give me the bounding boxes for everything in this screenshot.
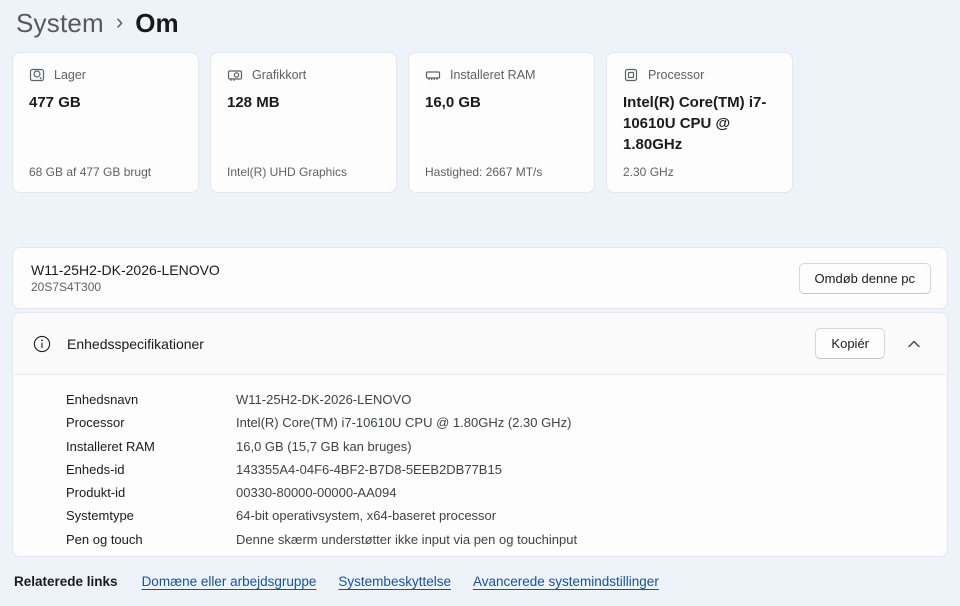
card-storage-label: Lager (54, 68, 86, 82)
spec-row-product-id: Produkt-id 00330-80000-00000-AA094 (66, 481, 931, 504)
storage-icon (29, 67, 45, 83)
spec-row-processor: Processor Intel(R) Core(TM) i7-10610U CP… (66, 411, 931, 434)
specifications-expander-header[interactable]: Enhedsspecifikationer Kopiér (13, 313, 947, 375)
specifications-table: Enhedsnavn W11-25H2-DK-2026-LENOVO Proce… (13, 375, 947, 557)
device-name-panel: W11-25H2-DK-2026-LENOVO 20S7S4T300 Omdøb… (12, 247, 948, 309)
chevron-up-icon (907, 339, 921, 349)
card-gpu: Grafikkort 128 MB Intel(R) UHD Graphics (210, 52, 397, 193)
card-ram-label: Installeret RAM (450, 68, 535, 82)
link-system-protection[interactable]: Systembeskyttelse (338, 574, 451, 589)
card-cpu-value: Intel(R) Core(TM) i7-10610U CPU @ 1.80GH… (623, 92, 776, 155)
card-cpu-header: Processor (623, 67, 776, 83)
spec-value: W11-25H2-DK-2026-LENOVO (236, 388, 411, 411)
spec-row-pen-touch: Pen og touch Denne skærm understøtter ik… (66, 528, 931, 551)
spec-row-device-id: Enheds-id 143355A4-04F6-4BF2-B7D8-5EEB2D… (66, 458, 931, 481)
device-model: 20S7S4T300 (31, 280, 220, 294)
spec-label: Enheds-id (66, 458, 236, 481)
rename-pc-button[interactable]: Omdøb denne pc (799, 263, 931, 294)
chevron-right-icon: › (116, 9, 123, 38)
card-cpu-footer: 2.30 GHz (623, 165, 776, 179)
spec-label: Installeret RAM (66, 435, 236, 458)
device-identity: W11-25H2-DK-2026-LENOVO 20S7S4T300 (31, 262, 220, 294)
spec-label: Systemtype (66, 504, 236, 527)
spec-value: 143355A4-04F6-4BF2-B7D8-5EEB2DB77B15 (236, 458, 502, 481)
breadcrumb: System › Om (0, 0, 960, 44)
card-gpu-label: Grafikkort (252, 68, 306, 82)
cpu-icon (623, 67, 639, 83)
card-ram-value: 16,0 GB (425, 92, 578, 113)
ram-icon (425, 67, 441, 83)
spec-label: Produkt-id (66, 481, 236, 504)
spec-value: 64-bit operativsystem, x64-baseret proce… (236, 504, 496, 527)
info-icon (33, 335, 51, 353)
related-links-row: Relaterede links Domæne eller arbejdsgru… (14, 574, 659, 589)
card-gpu-footer: Intel(R) UHD Graphics (227, 165, 380, 179)
gpu-icon (227, 67, 243, 83)
summary-cards: Lager 477 GB 68 GB af 477 GB brugt Grafi… (12, 52, 793, 193)
card-ram-header: Installeret RAM (425, 67, 578, 83)
device-specifications-panel: Enhedsspecifikationer Kopiér Enhedsnavn … (12, 312, 948, 557)
card-ram: Installeret RAM 16,0 GB Hastighed: 2667 … (408, 52, 595, 193)
card-storage-header: Lager (29, 67, 182, 83)
card-gpu-header: Grafikkort (227, 67, 380, 83)
related-links-label: Relaterede links (14, 574, 118, 589)
copy-button[interactable]: Kopiér (815, 328, 885, 359)
card-gpu-value: 128 MB (227, 92, 380, 113)
link-domain-workgroup[interactable]: Domæne eller arbejdsgruppe (142, 574, 317, 589)
card-storage-value: 477 GB (29, 92, 182, 113)
spec-row-device-name: Enhedsnavn W11-25H2-DK-2026-LENOVO (66, 388, 931, 411)
link-advanced-system-settings[interactable]: Avancerede systemindstillinger (473, 574, 659, 589)
spec-value: 16,0 GB (15,7 GB kan bruges) (236, 435, 412, 458)
breadcrumb-system[interactable]: System (16, 8, 104, 39)
device-name: W11-25H2-DK-2026-LENOVO (31, 262, 220, 278)
spec-value: 00330-80000-00000-AA094 (236, 481, 396, 504)
spec-label: Pen og touch (66, 528, 236, 551)
spec-value: Intel(R) Core(TM) i7-10610U CPU @ 1.80GH… (236, 411, 571, 434)
card-cpu-label: Processor (648, 68, 704, 82)
specifications-title: Enhedsspecifikationer (67, 336, 204, 352)
spec-label: Processor (66, 411, 236, 434)
spec-row-system-type: Systemtype 64-bit operativsystem, x64-ba… (66, 504, 931, 527)
collapse-expander-button[interactable] (903, 335, 925, 353)
spec-label: Enhedsnavn (66, 388, 236, 411)
card-cpu: Processor Intel(R) Core(TM) i7-10610U CP… (606, 52, 793, 193)
card-storage: Lager 477 GB 68 GB af 477 GB brugt (12, 52, 199, 193)
card-ram-footer: Hastighed: 2667 MT/s (425, 165, 578, 179)
page-title: Om (135, 8, 178, 39)
spec-value: Denne skærm understøtter ikke input via … (236, 528, 577, 551)
card-storage-footer: 68 GB af 477 GB brugt (29, 165, 182, 179)
spec-row-ram: Installeret RAM 16,0 GB (15,7 GB kan bru… (66, 435, 931, 458)
